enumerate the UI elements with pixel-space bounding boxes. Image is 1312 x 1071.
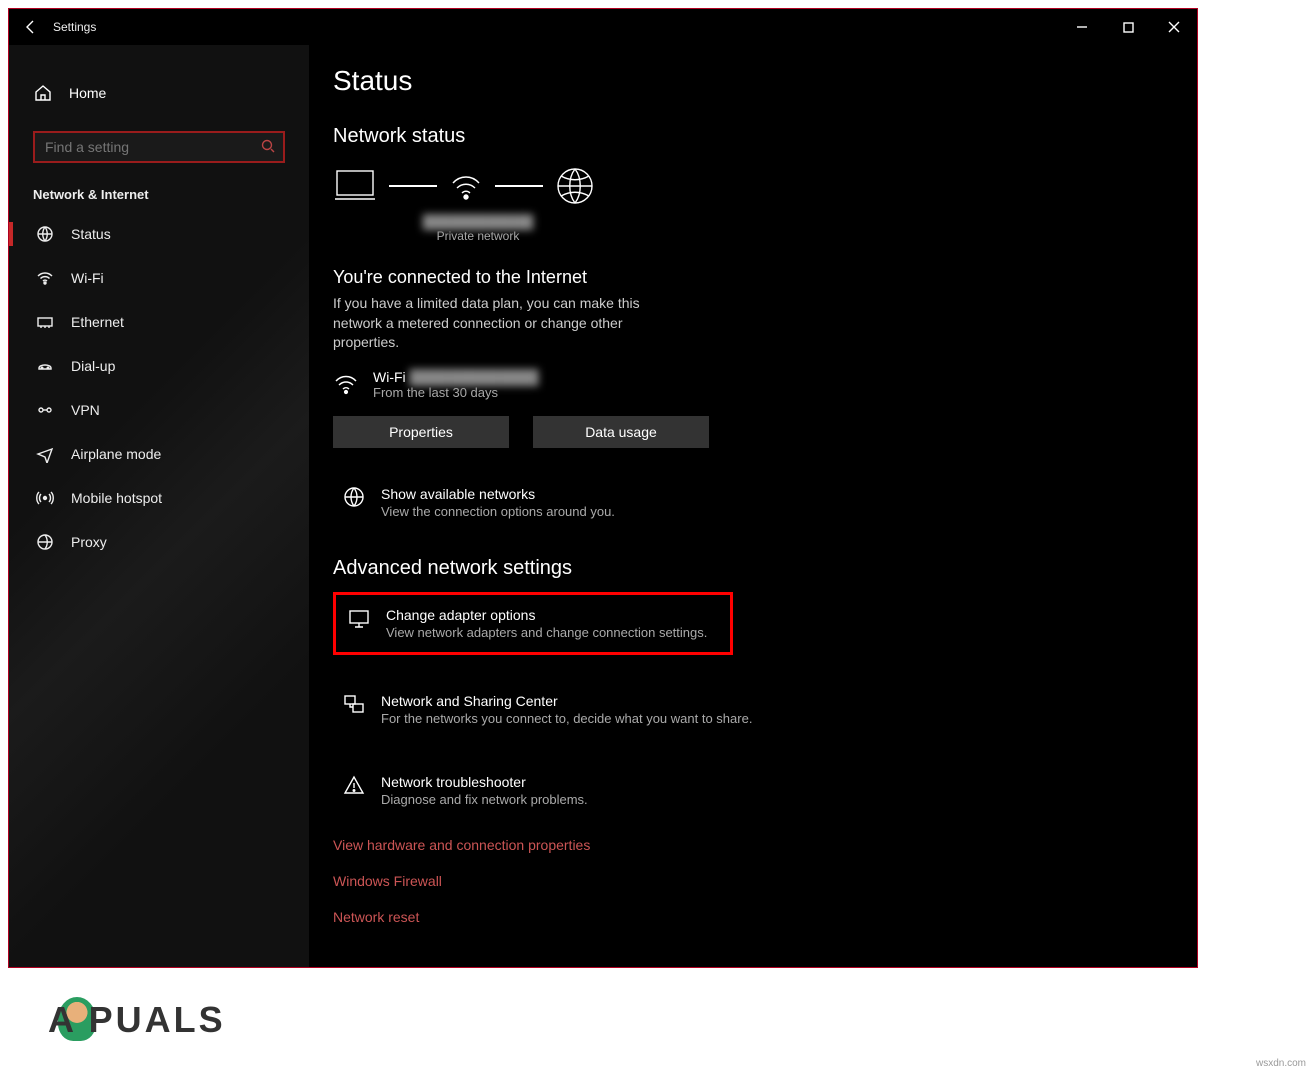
computer-icon (333, 167, 377, 205)
show-available-networks[interactable]: Show available networks View the connect… (333, 476, 1169, 529)
option-desc: For the networks you connect to, decide … (381, 711, 752, 726)
option-title: Network and Sharing Center (381, 693, 752, 709)
wifi-ssid-blurred: █████████████ (410, 369, 539, 385)
wifi-name: Wi-Fi (373, 369, 406, 385)
warning-icon (343, 774, 365, 796)
home-icon (33, 83, 53, 103)
network-status-header: Network status (333, 125, 1169, 148)
dialup-icon (35, 356, 55, 376)
search-input[interactable] (33, 131, 285, 163)
sharing-icon (343, 693, 365, 715)
link-network-reset[interactable]: Network reset (333, 909, 1169, 925)
sidebar-item-hotspot[interactable]: Mobile hotspot (9, 476, 309, 520)
sidebar-item-label: Status (71, 226, 111, 242)
wifi-icon (333, 371, 359, 397)
sidebar-item-airplane[interactable]: Airplane mode (9, 432, 309, 476)
sidebar-item-label: Wi-Fi (71, 270, 104, 286)
option-desc: View the connection options around you. (381, 504, 615, 519)
link-windows-firewall[interactable]: Windows Firewall (333, 873, 1169, 889)
maximize-button[interactable] (1105, 9, 1151, 45)
adapter-icon (348, 607, 370, 629)
network-type-label: Private network (333, 229, 623, 243)
sidebar-item-wifi[interactable]: Wi-Fi (9, 256, 309, 300)
data-usage-button[interactable]: Data usage (533, 416, 709, 448)
wifi-sub: From the last 30 days (373, 385, 539, 400)
main-content: Status Network status ████████████ Priva… (309, 45, 1197, 967)
airplane-icon (35, 444, 55, 464)
option-title: Change adapter options (386, 607, 707, 623)
network-name-blurred: ████████████ (333, 214, 623, 229)
network-diagram (333, 166, 1169, 206)
sidebar-item-label: Airplane mode (71, 446, 161, 462)
change-adapter-options[interactable]: Change adapter options View network adap… (333, 592, 733, 655)
globe-icon (343, 486, 365, 508)
properties-button[interactable]: Properties (333, 416, 509, 448)
sidebar-item-vpn[interactable]: VPN (9, 388, 309, 432)
home-button[interactable]: Home (9, 73, 309, 113)
window-title: Settings (53, 20, 96, 34)
option-desc: View network adapters and change connect… (386, 625, 707, 640)
close-button[interactable] (1151, 9, 1197, 45)
vpn-icon (35, 400, 55, 420)
sidebar-item-ethernet[interactable]: Ethernet (9, 300, 309, 344)
search-icon (261, 139, 275, 156)
minimize-button[interactable] (1059, 9, 1105, 45)
proxy-icon (35, 532, 55, 552)
watermark-avatar (58, 997, 96, 1041)
option-title: Network troubleshooter (381, 774, 588, 790)
wifi-icon (35, 268, 55, 288)
wifi-icon (449, 169, 483, 203)
sidebar-item-status[interactable]: Status (9, 212, 309, 256)
watermark-text: A PUALS (48, 999, 226, 1041)
option-title: Show available networks (381, 486, 615, 502)
option-desc: Diagnose and fix network problems. (381, 792, 588, 807)
network-troubleshooter[interactable]: Network troubleshooter Diagnose and fix … (333, 764, 1169, 817)
hotspot-icon (35, 488, 55, 508)
network-sharing-center[interactable]: Network and Sharing Center For the netwo… (333, 683, 1169, 736)
sidebar-item-label: Mobile hotspot (71, 490, 162, 506)
advanced-header: Advanced network settings (333, 557, 1169, 580)
connected-title: You're connected to the Internet (333, 267, 1169, 288)
connected-desc: If you have a limited data plan, you can… (333, 294, 673, 353)
ethernet-icon (35, 312, 55, 332)
titlebar: Settings (9, 9, 1197, 45)
wifi-info-row: Wi-Fi █████████████ From the last 30 day… (333, 369, 1169, 400)
home-label: Home (69, 85, 106, 101)
sidebar-item-dialup[interactable]: Dial-up (9, 344, 309, 388)
sidebar-item-label: VPN (71, 402, 100, 418)
link-hardware-properties[interactable]: View hardware and connection properties (333, 837, 1169, 853)
globe-icon (555, 166, 595, 206)
sidebar-item-label: Ethernet (71, 314, 124, 330)
globe-icon (35, 224, 55, 244)
page-title: Status (333, 65, 1169, 97)
corner-attribution: wsxdn.com (1256, 1058, 1306, 1069)
sidebar-item-label: Dial-up (71, 358, 115, 374)
sidebar: Home Network & Internet Status Wi-Fi (9, 45, 309, 967)
sidebar-item-proxy[interactable]: Proxy (9, 520, 309, 564)
sidebar-category: Network & Internet (9, 187, 309, 212)
settings-window: Settings Home (8, 8, 1198, 968)
back-button[interactable] (9, 9, 53, 45)
sidebar-item-label: Proxy (71, 534, 107, 550)
